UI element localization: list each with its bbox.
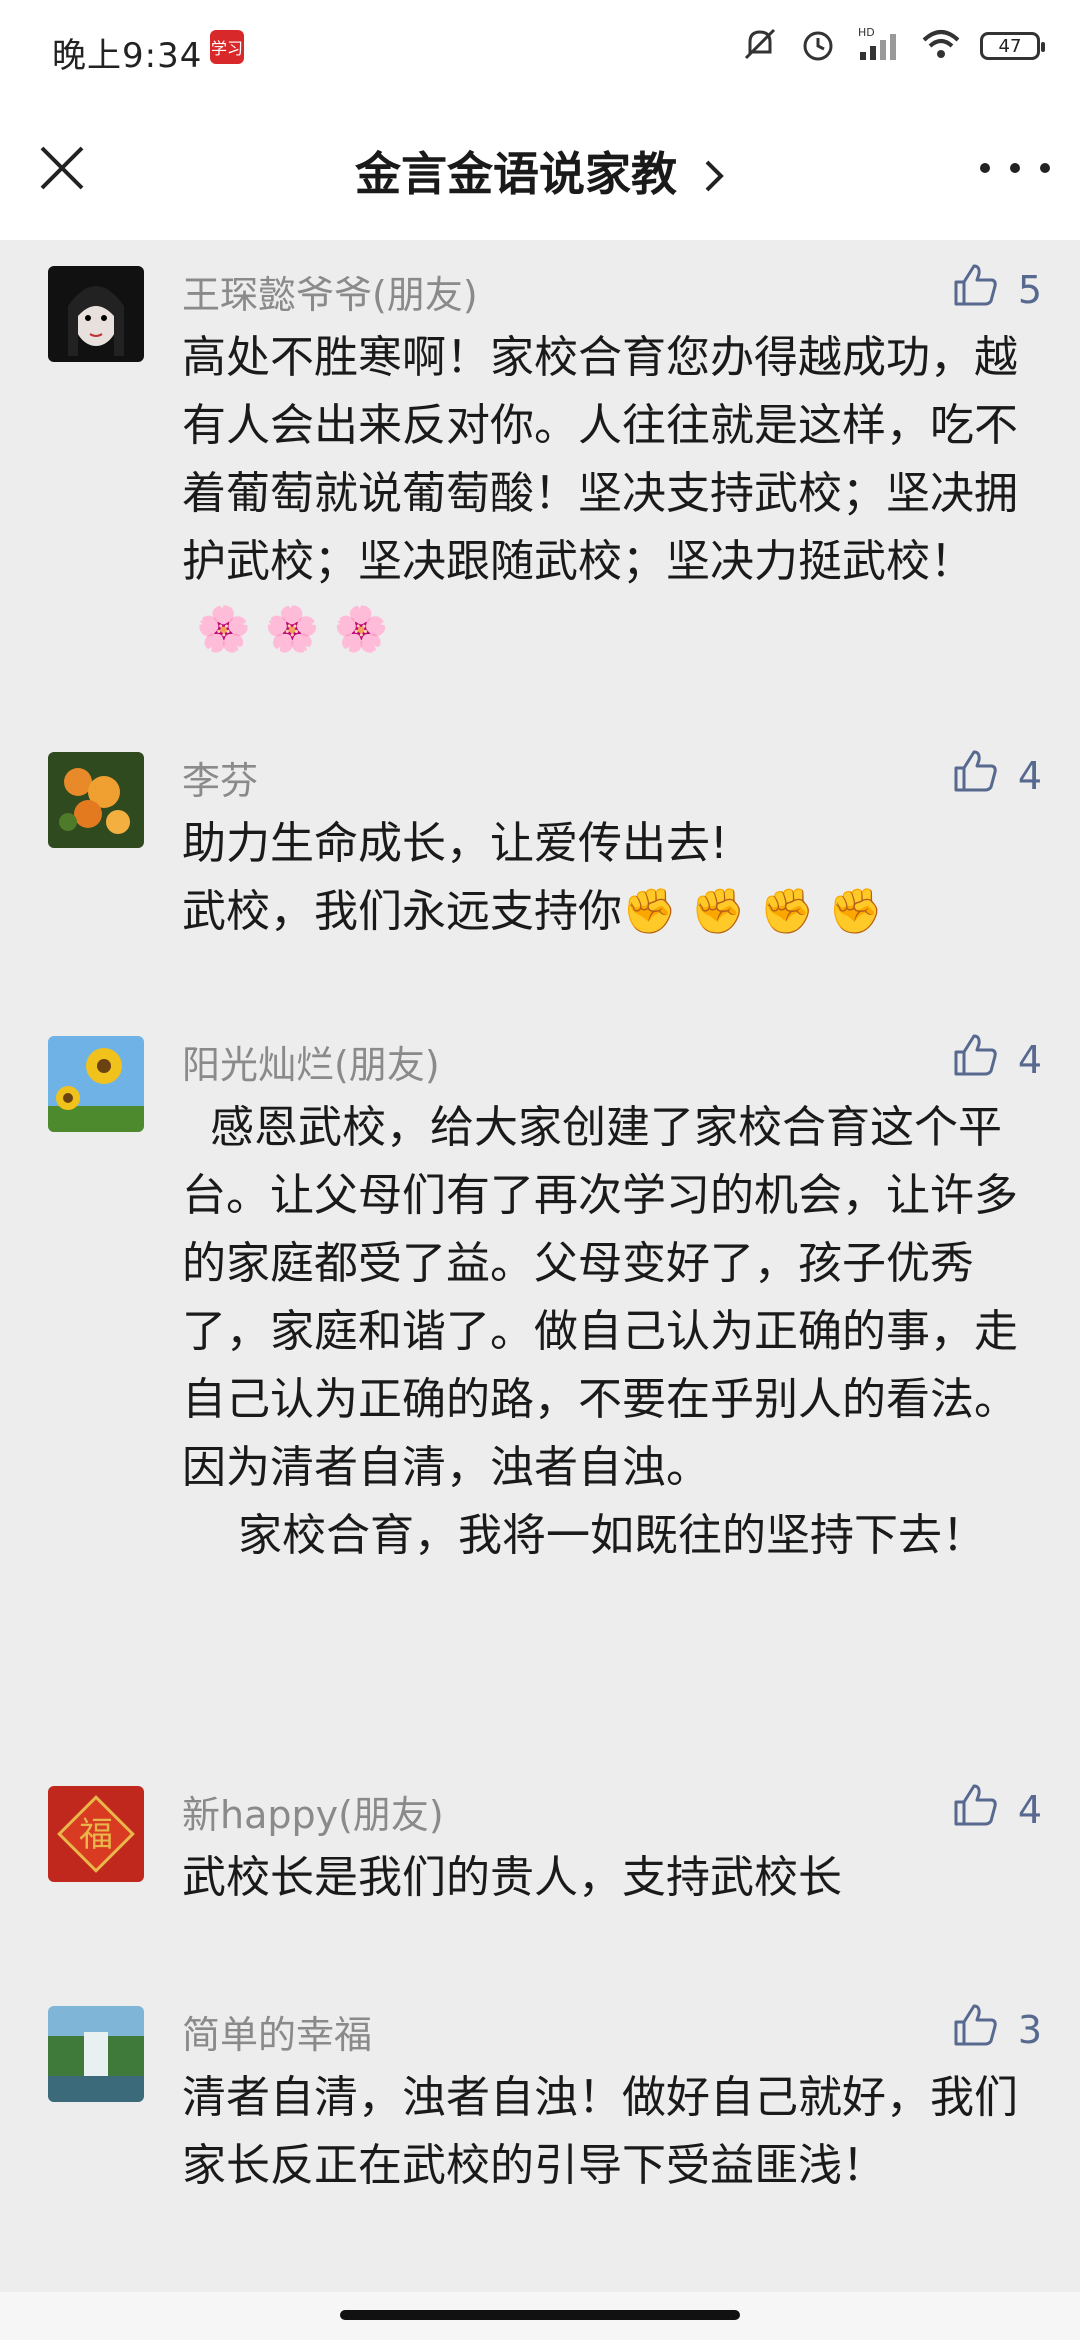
hd-signal-icon: HD bbox=[856, 24, 902, 68]
thumbs-up-icon bbox=[950, 1780, 1000, 1839]
page-title-link[interactable]: 金言金语说家教 bbox=[0, 138, 1080, 205]
comment-text: 高处不胜寒啊！家校合育您办得越成功，越有人会出来反对你。人往往就是这样，吃不着葡… bbox=[182, 324, 1032, 664]
avatar[interactable]: 福 bbox=[48, 1786, 144, 1882]
comment-author[interactable]: 李芬 bbox=[182, 750, 258, 805]
like-count: 4 bbox=[1017, 753, 1042, 798]
comment-item: 李芬 4 助力生命成长，让爱传出去! 武校，我们永远支持你✊ ✊ ✊ ✊ bbox=[0, 726, 1080, 937]
status-icons: HD 47 bbox=[740, 24, 1045, 68]
fist-emoji: ✊ ✊ ✊ ✊ bbox=[622, 886, 884, 937]
svg-text:HD: HD bbox=[858, 26, 875, 39]
comment-text: 感恩武校，给大家创建了家校合育这个平台。让父母们有了再次学习的机会，让许多的家庭… bbox=[182, 1102, 1018, 1561]
like-button[interactable]: 3 bbox=[950, 2000, 1042, 2059]
app-notification-icon: 学习 bbox=[210, 30, 244, 64]
status-time: 晚上9:34 bbox=[52, 36, 203, 76]
avatar[interactable] bbox=[48, 752, 144, 848]
comment-author[interactable]: 简单的幸福 bbox=[182, 2004, 372, 2059]
comment-text: 武校长是我们的贵人，支持武校长 bbox=[182, 1852, 842, 1903]
like-count: 5 bbox=[1017, 267, 1042, 312]
home-indicator[interactable] bbox=[340, 2310, 740, 2320]
avatar[interactable] bbox=[48, 266, 144, 362]
like-count: 4 bbox=[1017, 1787, 1042, 1832]
comment-author[interactable]: 王琛懿爷爷(朋友) bbox=[182, 264, 478, 319]
svg-text:福: 福 bbox=[79, 1815, 113, 1855]
comment-text: 助力生命成长，让爱传出去! 武校，我们永远支持你✊ ✊ ✊ ✊ bbox=[182, 810, 1032, 946]
alarm-icon bbox=[798, 24, 838, 68]
comment-author[interactable]: 新happy(朋友) bbox=[182, 1784, 444, 1839]
avatar[interactable] bbox=[48, 2006, 144, 2102]
mute-icon bbox=[740, 24, 780, 68]
more-icon[interactable] bbox=[980, 152, 1050, 184]
battery-icon: 47 bbox=[980, 32, 1045, 60]
wifi-icon bbox=[920, 24, 962, 68]
comment-item: 简单的幸福 3 清者自清，浊者自浊！做好自己就好，我们家长反正在武校的引导下受益… bbox=[0, 1980, 1080, 2280]
like-count: 4 bbox=[1017, 1037, 1042, 1082]
comment-item: 王琛懿爷爷(朋友) 5 高处不胜寒啊！家校合育您办得越成功，越有人会出来反对你。… bbox=[0, 240, 1080, 660]
page-title: 金言金语说家教 bbox=[354, 147, 677, 201]
thumbs-up-icon bbox=[950, 2000, 1000, 2059]
thumbs-up-icon bbox=[950, 1030, 1000, 1089]
like-count: 3 bbox=[1017, 2007, 1042, 2052]
like-button[interactable]: 4 bbox=[950, 1030, 1042, 1089]
flower-emoji: 🌸 🌸 🌸 bbox=[196, 604, 389, 655]
chevron-right-icon bbox=[703, 151, 725, 205]
like-button[interactable]: 5 bbox=[950, 260, 1042, 319]
thumbs-up-icon bbox=[950, 260, 1000, 319]
comment-text: 清者自清，浊者自浊！做好自己就好，我们家长反正在武校的引导下受益匪浅！ bbox=[182, 2072, 1018, 2191]
avatar[interactable] bbox=[48, 1036, 144, 1132]
nav-bar: 金言金语说家教 bbox=[0, 100, 1080, 240]
like-button[interactable]: 4 bbox=[950, 1780, 1042, 1839]
comment-item: 福 新happy(朋友) 4 武校长是我们的贵人，支持武校长 bbox=[0, 1760, 1080, 1920]
thumbs-up-icon bbox=[950, 746, 1000, 805]
comment-item: 阳光灿烂(朋友) 4 感恩武校，给大家创建了家校合育这个平台。让父母们有了再次学… bbox=[0, 1010, 1080, 1690]
comment-author[interactable]: 阳光灿烂(朋友) bbox=[182, 1034, 440, 1089]
status-bar: 晚上9:34 学习 HD 47 bbox=[0, 0, 1080, 100]
like-button[interactable]: 4 bbox=[950, 746, 1042, 805]
